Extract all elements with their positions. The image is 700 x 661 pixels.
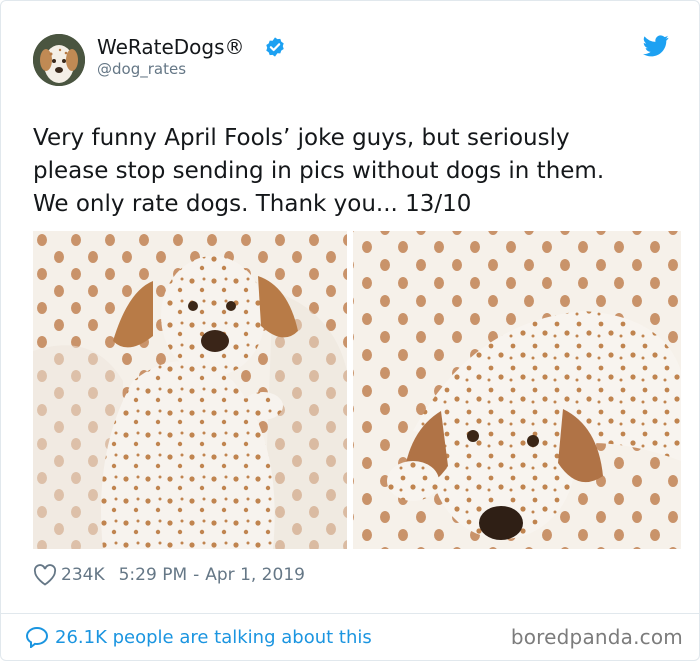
tweet-photo-2[interactable] [353, 231, 681, 549]
watermark: boredpanda.com [510, 625, 683, 649]
tweet-photo-1[interactable] [33, 231, 347, 549]
tweet-text-line: We only rate dogs. Thank you... 13/10 [33, 191, 472, 217]
talking-link[interactable]: 26.1K people are talking about this [25, 623, 372, 651]
speech-bubble-icon [25, 626, 49, 648]
avatar[interactable] [33, 34, 85, 86]
tweet-meta: 234K 5:29 PM - Apr 1, 2019 [33, 561, 305, 589]
tweet-text-line: please stop sending in pics without dogs… [33, 158, 605, 184]
tweet-card: WeRateDogs® @dog_rates Very funny April … [0, 0, 700, 661]
heart-icon[interactable] [33, 564, 57, 586]
tweet-text: Very funny April Fools’ joke guys, but s… [33, 122, 673, 221]
verified-badge-icon [266, 37, 284, 57]
tweet-text-line: Very funny April Fools’ joke guys, but s… [33, 125, 570, 151]
tweet-time[interactable]: 5:29 PM [119, 565, 188, 585]
tweet-date[interactable]: Apr 1, 2019 [205, 565, 305, 585]
talking-text[interactable]: 26.1K people are talking about this [55, 627, 372, 648]
author-name[interactable]: WeRateDogs® [97, 35, 245, 59]
divider [1, 613, 699, 614]
twitter-bird-icon[interactable] [643, 35, 669, 57]
like-count[interactable]: 234K [61, 565, 105, 585]
author-handle[interactable]: @dog_rates [97, 60, 186, 78]
meta-separator: - [193, 565, 200, 585]
